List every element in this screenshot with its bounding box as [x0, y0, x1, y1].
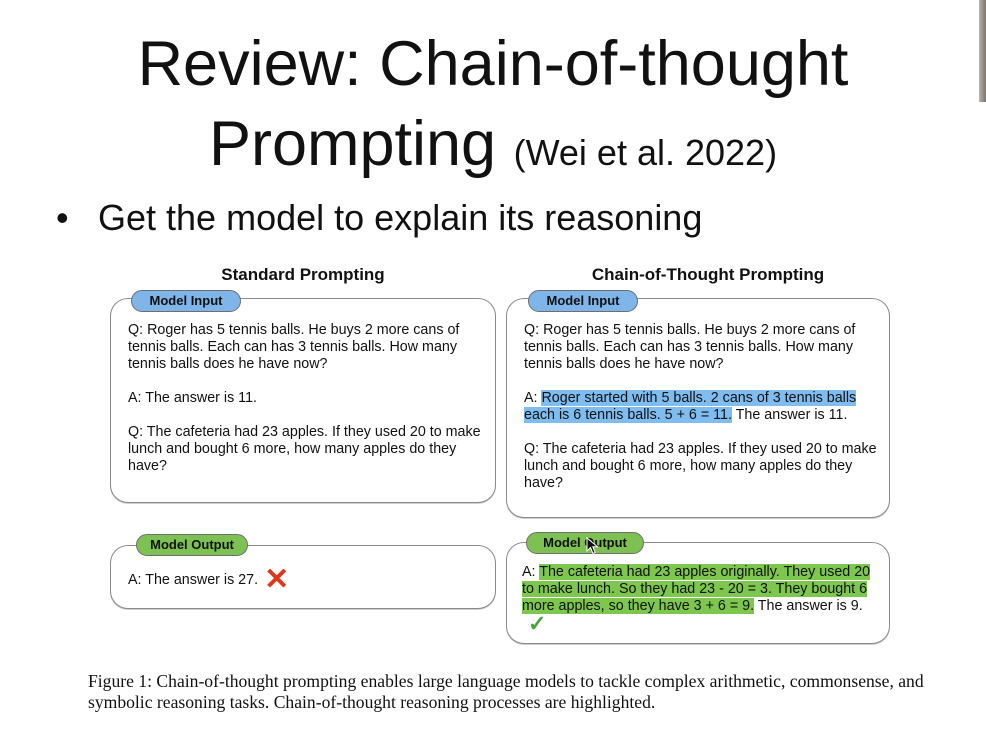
cot-input-a1-prefix: A: — [524, 390, 542, 406]
bullet-point: • Get the model to explain its reasoning — [56, 196, 702, 240]
cot-input-a1-suffix: The answer is 11. — [731, 407, 848, 423]
slide-title-citation: (Wei et al. 2022) — [513, 132, 778, 173]
standard-output-label: Model Output — [136, 534, 248, 556]
cot-output-label: Model Output — [526, 532, 644, 554]
bullet-text: Get the model to explain its reasoning — [98, 197, 703, 238]
standard-prompting-heading: Standard Prompting — [221, 265, 385, 284]
check-icon: ✓ — [528, 611, 547, 636]
standard-input-text: Q: Roger has 5 tennis balls. He buys 2 m… — [128, 322, 488, 475]
cot-prompting-heading: Chain-of-Thought Prompting — [591, 265, 825, 284]
standard-input-label: Model Input — [131, 290, 241, 312]
standard-output-answer: A: The answer is 27. — [128, 572, 259, 588]
figure-caption: Figure 1: Chain-of-thought prompting ena… — [88, 671, 924, 712]
cot-input-label: Model Input — [528, 290, 638, 312]
cot-input-text: Q: Roger has 5 tennis balls. He buys 2 m… — [524, 322, 880, 492]
cot-output-suffix: The answer is 9. — [754, 598, 863, 614]
cot-input-q1: Q: Roger has 5 tennis balls. He buys 2 m… — [524, 322, 856, 372]
cot-output-text: A: The cafeteria had 23 apples originall… — [522, 564, 882, 636]
cot-input-a1: A: Roger started with 5 balls. 2 cans of… — [524, 390, 880, 424]
cot-input-q2: Q: The cafeteria had 23 apples. If they … — [524, 441, 877, 491]
presenter-video-thumbnail — [979, 0, 986, 102]
cot-output-prefix: A: — [522, 564, 540, 580]
standard-input-a1: A: The answer is 11. — [128, 390, 257, 406]
standard-input-q1: Q: Roger has 5 tennis balls. He buys 2 m… — [128, 322, 460, 372]
slide-title-line-1: Review: Chain-of-thought — [137, 29, 849, 99]
cursor-icon — [586, 537, 599, 555]
cross-icon: ✕ — [264, 563, 290, 596]
slide-title-line-2: Prompting (Wei et al. 2022) — [0, 108, 986, 189]
bullet-dot-icon: • — [56, 197, 69, 238]
standard-output-text: A: The answer is 27. ✕ — [128, 563, 488, 596]
slide-title-main: Prompting — [208, 109, 497, 179]
standard-input-q2: Q: The cafeteria had 23 apples. If they … — [128, 424, 481, 474]
